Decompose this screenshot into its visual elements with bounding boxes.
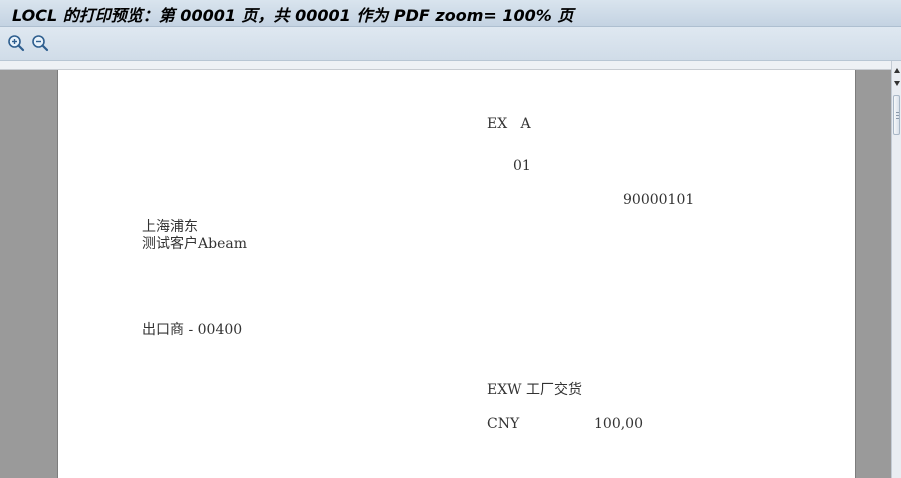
title-bar: LOCL 的打印预览：第 00001 页，共 00001 作为 PDF zoom… <box>0 0 901 27</box>
scroll-thumb[interactable] <box>893 95 900 135</box>
toolbar-separator <box>0 61 901 70</box>
address-city: 上海浦东 <box>142 219 198 235</box>
currency-code: CNY <box>487 416 520 432</box>
incoterms-line: EXW 工厂交货 <box>487 382 583 398</box>
window-title: LOCL 的打印预览：第 00001 页，共 00001 作为 PDF zoom… <box>12 6 574 25</box>
exporter-line: 出口商 - 00400 <box>142 322 243 338</box>
customer-name: 测试客户Abeam <box>142 236 247 252</box>
header-line-2: 01 <box>513 158 531 174</box>
vertical-scrollbar[interactable] <box>891 61 901 478</box>
zoom-out-icon <box>32 35 49 52</box>
preview-viewport[interactable]: EX A 01 90000101 上海浦东 测试客户Abeam 出口商 - 00… <box>0 70 891 478</box>
zoom-in-icon <box>8 35 25 52</box>
document-number: 90000101 <box>623 192 695 208</box>
document-page: EX A 01 90000101 上海浦东 测试客户Abeam 出口商 - 00… <box>57 70 856 478</box>
toolbar <box>0 27 901 61</box>
scroll-down-arrow-icon[interactable] <box>893 79 901 88</box>
header-line-1: EX A <box>487 116 531 132</box>
zoom-out-button[interactable] <box>31 34 49 52</box>
zoom-in-button[interactable] <box>7 34 25 52</box>
amount-value: 100,00 <box>594 416 643 432</box>
scroll-up-arrow-icon[interactable] <box>893 66 901 75</box>
